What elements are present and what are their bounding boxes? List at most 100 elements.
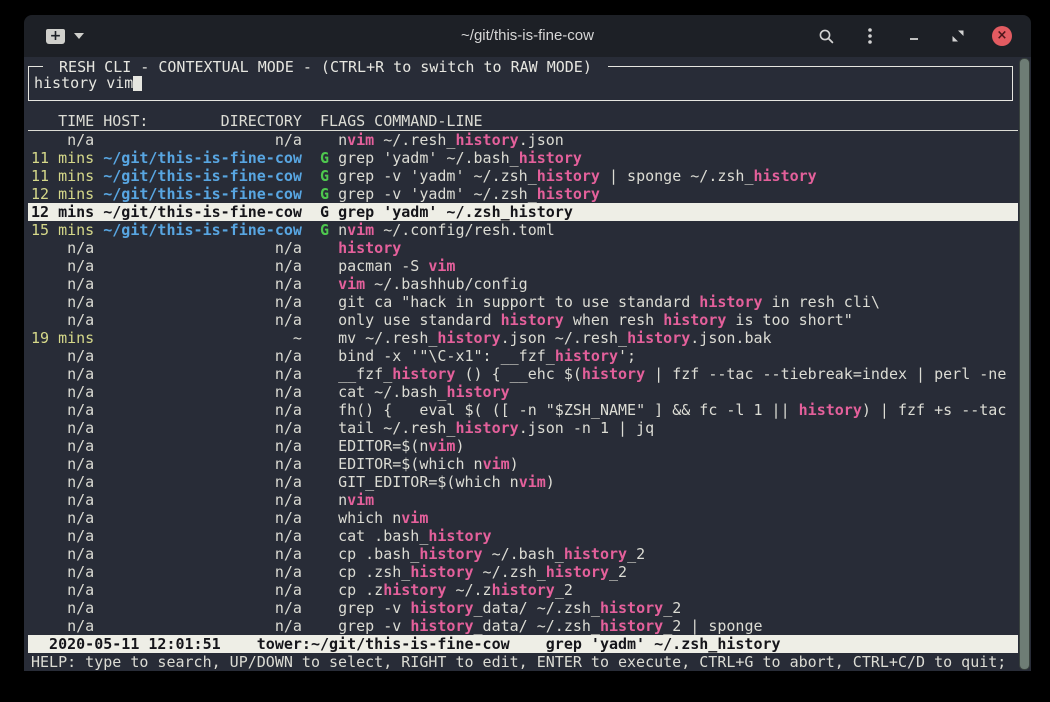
minimize-button[interactable] — [904, 26, 924, 46]
command-text: cp .z — [338, 581, 383, 599]
row-flags — [320, 473, 338, 491]
match-highlight: vim — [338, 275, 365, 293]
row-time: n/a — [31, 347, 103, 365]
menu-button[interactable] — [860, 26, 880, 46]
row-command: cp .zhistory ~/.zhistory_2 — [338, 581, 573, 599]
command-text: when resh — [564, 311, 663, 329]
row-command: only use standard history when resh hist… — [338, 311, 853, 329]
table-row[interactable]: n/a n/a tail ~/.resh_history.json -n 1 |… — [28, 419, 1018, 437]
command-text: tail ~/.resh_ — [338, 419, 455, 437]
match-highlight: history — [455, 131, 518, 149]
row-flags — [320, 275, 338, 293]
table-row[interactable]: 11 mins ~/git/this-is-fine-cow G grep -v… — [28, 167, 1018, 185]
row-time: n/a — [31, 275, 103, 293]
command-text: grep 'yadm' ~/.bash_ — [338, 149, 519, 167]
table-row[interactable]: n/a n/a EDITOR=$(nvim) — [28, 437, 1018, 455]
row-directory: ~/git/this-is-fine-cow — [103, 185, 320, 203]
table-row[interactable]: n/a n/a grep -v history_data/ ~/.zsh_his… — [28, 599, 1018, 617]
scrollbar-thumb[interactable] — [1019, 58, 1030, 670]
match-highlight: history — [383, 581, 446, 599]
table-row[interactable]: 19 mins ~ mv ~/.resh_history.json ~/.res… — [28, 329, 1018, 347]
row-flags — [320, 437, 338, 455]
table-row[interactable]: 15 mins ~/git/this-is-fine-cow G nvim ~/… — [28, 221, 1018, 239]
row-directory: n/a — [103, 509, 320, 527]
command-text: .json ~/.resh_ — [501, 329, 627, 347]
table-row[interactable]: 12 mins ~/git/this-is-fine-cow G grep -v… — [28, 185, 1018, 203]
table-row[interactable]: n/a n/a bind -x '"\C-x1": __fzf_history'… — [28, 347, 1018, 365]
search-button[interactable] — [816, 26, 836, 46]
row-time: n/a — [31, 365, 103, 383]
history-table-rows: n/a n/a nvim ~/.resh_history.json11 mins… — [28, 131, 1018, 635]
search-box: RESH CLI - CONTEXTUAL MODE - (CTRL+R to … — [28, 66, 1013, 101]
row-directory: n/a — [103, 311, 320, 329]
row-time: n/a — [31, 293, 103, 311]
row-flags: G — [320, 203, 338, 221]
command-text: grep -v — [338, 599, 410, 617]
row-flags: G — [320, 149, 338, 167]
table-row[interactable]: n/a n/a cp .zhistory ~/.zhistory_2 — [28, 581, 1018, 599]
restore-button[interactable] — [948, 26, 968, 46]
titlebar[interactable]: + ~/git/this-is-fine-cow — [24, 15, 1031, 57]
row-directory: n/a — [103, 473, 320, 491]
match-highlight: vim — [347, 131, 374, 149]
table-row[interactable]: n/a n/a EDITOR=$(which nvim) — [28, 455, 1018, 473]
table-row[interactable]: n/a n/a vim ~/.bashhub/config — [28, 275, 1018, 293]
row-flags — [320, 509, 338, 527]
status-bar: 2020-05-11 12:01:51 tower:~/git/this-is-… — [28, 635, 1018, 653]
row-time: n/a — [31, 581, 103, 599]
row-flags — [320, 563, 338, 581]
match-highlight: history — [537, 185, 600, 203]
row-flags — [320, 365, 338, 383]
table-row[interactable]: n/a n/a nvim — [28, 491, 1018, 509]
table-row[interactable]: n/a n/a __fzf_history () { __ehc $(histo… — [28, 365, 1018, 383]
table-row[interactable]: 11 mins ~/git/this-is-fine-cow G grep 'y… — [28, 149, 1018, 167]
command-text: only use standard — [338, 311, 501, 329]
row-directory: n/a — [103, 455, 320, 473]
command-text: ) — [510, 455, 519, 473]
row-command: __fzf_history () { __ehc $(history | fzf… — [338, 365, 1006, 383]
row-directory: n/a — [103, 239, 320, 257]
close-button[interactable]: × — [992, 26, 1012, 46]
row-time: 11 mins — [31, 149, 103, 167]
kebab-menu-icon — [862, 27, 878, 45]
row-directory: ~/git/this-is-fine-cow — [103, 149, 320, 167]
row-time: n/a — [31, 545, 103, 563]
table-row[interactable]: n/a n/a history — [28, 239, 1018, 257]
table-row[interactable]: n/a n/a fh() { eval $( ([ -n "$ZSH_NAME"… — [28, 401, 1018, 419]
row-directory: n/a — [103, 581, 320, 599]
command-text: ~/.zsh_ — [474, 563, 546, 581]
scrollbar[interactable] — [1018, 57, 1031, 671]
table-row[interactable]: n/a n/a GIT_EDITOR=$(which nvim) — [28, 473, 1018, 491]
command-text: ~/.config/resh.toml — [374, 221, 555, 239]
table-row[interactable]: n/a n/a only use standard history when r… — [28, 311, 1018, 329]
table-row[interactable]: n/a n/a which nvim — [28, 509, 1018, 527]
chevron-down-icon[interactable] — [74, 33, 84, 39]
table-row[interactable]: n/a n/a grep -v history_data/ ~/.zsh_his… — [28, 617, 1018, 635]
table-row[interactable]: n/a n/a cat .bash_history — [28, 527, 1018, 545]
row-time: 12 mins — [31, 185, 103, 203]
match-highlight: vim — [483, 455, 510, 473]
new-tab-icon[interactable]: + — [46, 29, 65, 44]
row-time: n/a — [31, 473, 103, 491]
table-row[interactable]: n/a n/a pacman -S vim — [28, 257, 1018, 275]
match-highlight: history — [392, 365, 455, 383]
row-directory: n/a — [103, 491, 320, 509]
table-row[interactable]: n/a n/a cat ~/.bash_history — [28, 383, 1018, 401]
row-flags — [320, 131, 338, 149]
table-row[interactable]: n/a n/a cp .zsh_history ~/.zsh_history_2 — [28, 563, 1018, 581]
command-text: grep -v 'yadm' ~/.zsh_ — [338, 167, 537, 185]
table-row[interactable]: n/a n/a nvim ~/.resh_history.json — [28, 131, 1018, 149]
row-command: cat .bash_history — [338, 527, 492, 545]
match-highlight: history — [492, 581, 555, 599]
table-row[interactable]: n/a n/a cp .bash_history ~/.bash_history… — [28, 545, 1018, 563]
new-tab-button[interactable]: + — [46, 29, 84, 44]
row-flags — [320, 545, 338, 563]
table-row[interactable]: n/a n/a git ca "hack in support to use s… — [28, 293, 1018, 311]
row-flags — [320, 293, 338, 311]
table-row-selected[interactable]: 12 mins ~/git/this-is-fine-cow G grep 'y… — [28, 203, 1018, 221]
row-time: n/a — [31, 239, 103, 257]
command-text: _2 — [663, 599, 681, 617]
row-time: n/a — [31, 509, 103, 527]
search-input[interactable]: history vim — [34, 74, 1012, 92]
command-text: n — [338, 491, 347, 509]
